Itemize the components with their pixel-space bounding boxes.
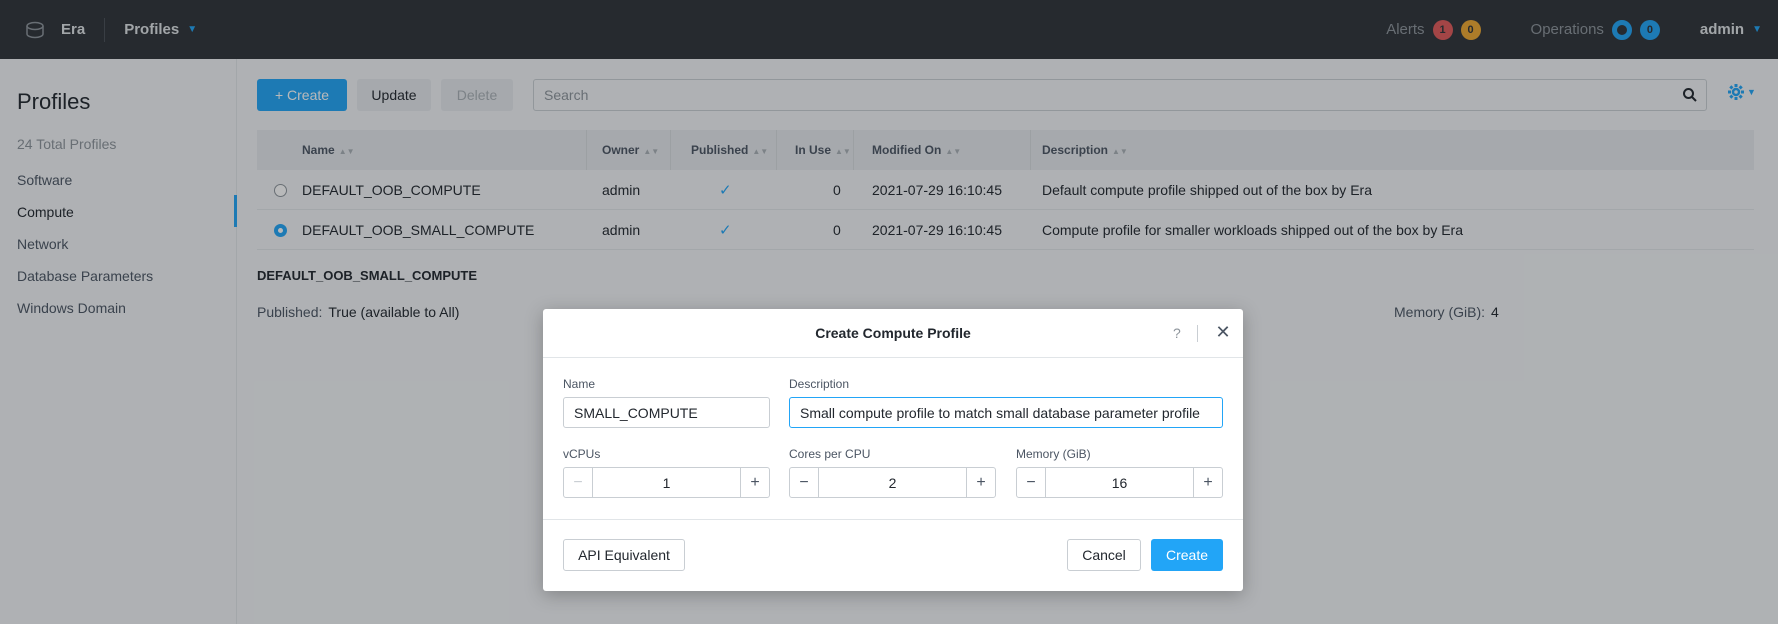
increment-button[interactable]: + xyxy=(741,468,769,497)
description-field[interactable]: Small compute profile to match small dat… xyxy=(789,397,1223,428)
description-label: Description xyxy=(789,377,850,391)
name-field[interactable]: SMALL_COMPUTE xyxy=(563,397,770,428)
cores-per-cpu-stepper: − 2 + xyxy=(789,467,996,498)
dialog-header: Create Compute Profile ? ✕ xyxy=(543,309,1243,358)
vcpus-input[interactable]: 1 xyxy=(592,468,741,497)
decrement-button[interactable]: − xyxy=(790,468,818,497)
divider xyxy=(1197,325,1198,342)
increment-button[interactable]: + xyxy=(1194,468,1222,497)
increment-button[interactable]: + xyxy=(967,468,995,497)
decrement-button[interactable]: − xyxy=(1017,468,1045,497)
cores-per-cpu-label: Cores per CPU xyxy=(789,447,871,461)
api-equivalent-button[interactable]: API Equivalent xyxy=(563,539,685,571)
cancel-button[interactable]: Cancel xyxy=(1067,539,1141,571)
create-compute-profile-dialog: Create Compute Profile ? ✕ Name SMALL_CO… xyxy=(543,309,1243,591)
create-button[interactable]: Create xyxy=(1151,539,1223,571)
memory-label: Memory (GiB) xyxy=(1016,447,1091,461)
vcpus-stepper: − 1 + xyxy=(563,467,770,498)
memory-stepper: − 16 + xyxy=(1016,467,1223,498)
help-icon[interactable]: ? xyxy=(1173,325,1181,341)
dialog-footer-divider xyxy=(543,519,1243,520)
dialog-title: Create Compute Profile xyxy=(815,325,971,341)
decrement-button[interactable]: − xyxy=(564,468,592,497)
memory-input[interactable]: 16 xyxy=(1045,468,1194,497)
name-label: Name xyxy=(563,377,596,391)
vcpus-label: vCPUs xyxy=(563,447,601,461)
close-icon[interactable]: ✕ xyxy=(1213,322,1233,342)
cores-per-cpu-input[interactable]: 2 xyxy=(818,468,967,497)
